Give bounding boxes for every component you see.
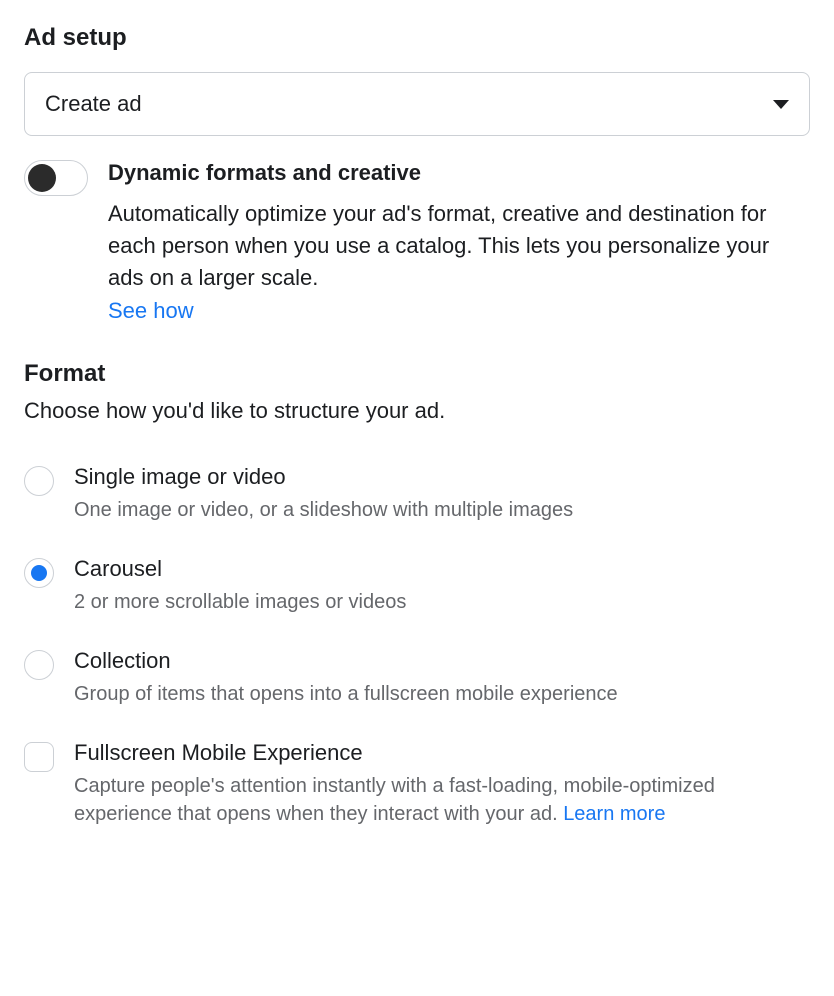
- dynamic-formats-toggle[interactable]: [24, 160, 88, 196]
- format-option-single: Single image or video One image or video…: [24, 464, 810, 524]
- dynamic-formats-row: Dynamic formats and creative Automatical…: [24, 160, 810, 324]
- option-title: Single image or video: [74, 464, 810, 490]
- format-option-collection: Collection Group of items that opens int…: [24, 648, 810, 708]
- option-title: Fullscreen Mobile Experience: [74, 740, 810, 766]
- radio-carousel[interactable]: [24, 558, 54, 588]
- radio-single-image[interactable]: [24, 466, 54, 496]
- format-title: Format: [24, 360, 810, 388]
- ad-setup-section: Ad setup Create ad Dynamic formats and c…: [24, 24, 810, 324]
- chevron-down-icon: [773, 100, 789, 109]
- see-how-link[interactable]: See how: [108, 298, 194, 323]
- format-subtitle: Choose how you'd like to structure your …: [24, 398, 810, 424]
- format-option-carousel: Carousel 2 or more scrollable images or …: [24, 556, 810, 616]
- toggle-knob: [28, 164, 56, 192]
- dynamic-formats-title: Dynamic formats and creative: [108, 160, 810, 186]
- fullscreen-mobile-option: Fullscreen Mobile Experience Capture peo…: [24, 740, 810, 828]
- format-section: Format Choose how you'd like to structur…: [24, 360, 810, 828]
- checkbox-fullscreen-mobile[interactable]: [24, 742, 54, 772]
- option-title: Collection: [74, 648, 810, 674]
- learn-more-link[interactable]: Learn more: [563, 803, 665, 825]
- ad-setup-title: Ad setup: [24, 24, 810, 52]
- option-description: Group of items that opens into a fullscr…: [74, 680, 810, 708]
- option-title: Carousel: [74, 556, 810, 582]
- dynamic-formats-description: Automatically optimize your ad's format,…: [108, 198, 810, 294]
- option-description: One image or video, or a slideshow with …: [74, 496, 810, 524]
- create-ad-dropdown[interactable]: Create ad: [24, 72, 810, 136]
- dropdown-selected-label: Create ad: [45, 91, 142, 117]
- radio-collection[interactable]: [24, 650, 54, 680]
- option-description: 2 or more scrollable images or videos: [74, 588, 810, 616]
- option-description: Capture people's attention instantly wit…: [74, 772, 810, 828]
